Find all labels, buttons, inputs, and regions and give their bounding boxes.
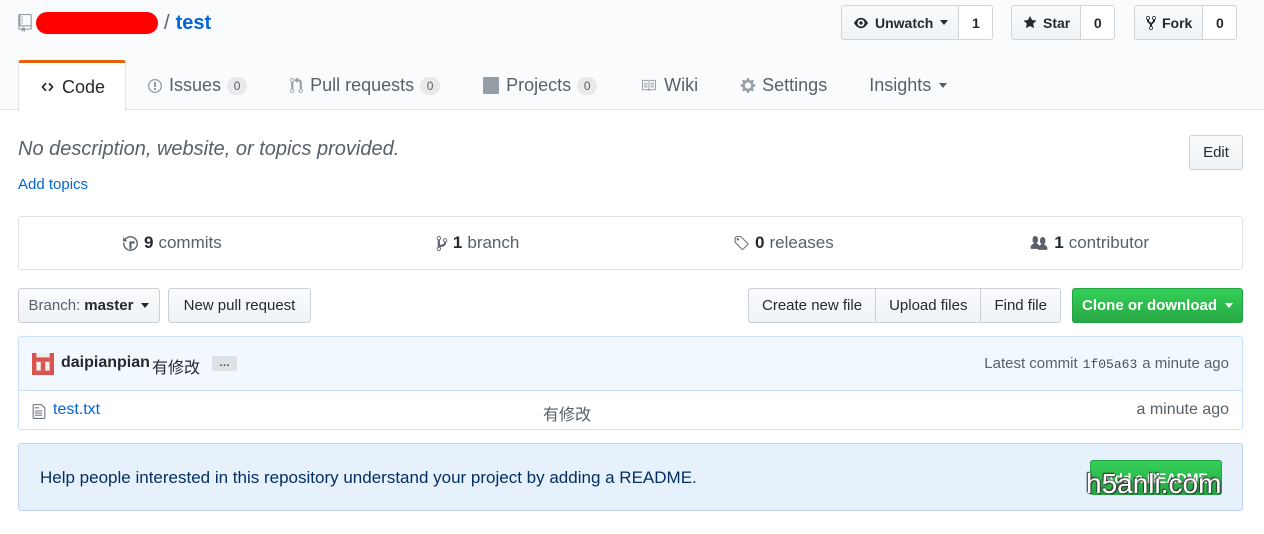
releases-label: releases bbox=[769, 233, 834, 252]
branch-select-label: Branch: bbox=[28, 297, 81, 314]
contributors-count: 1 bbox=[1054, 233, 1064, 252]
tab-insights-label: Insights bbox=[869, 75, 932, 95]
table-row: test.txt 有修改 a minute ago bbox=[19, 391, 1242, 429]
clone-label: Clone or download bbox=[1082, 297, 1217, 314]
commit-tease: daipianpian 有修改 … Latest commit 1f05a63 … bbox=[19, 337, 1242, 391]
fork-icon bbox=[1145, 15, 1157, 31]
people-icon bbox=[1029, 235, 1049, 252]
file-listing: daipianpian 有修改 … Latest commit 1f05a63 … bbox=[18, 336, 1243, 430]
tab-insights[interactable]: Insights bbox=[848, 60, 968, 110]
avatar[interactable] bbox=[32, 353, 54, 375]
tab-settings[interactable]: Settings bbox=[719, 60, 848, 110]
fork-button[interactable]: Fork bbox=[1134, 5, 1204, 40]
commit-message-link[interactable]: 有修改 bbox=[152, 354, 200, 378]
commit-sha-link[interactable]: 1f05a63 bbox=[1083, 355, 1138, 374]
find-file-button[interactable]: Find file bbox=[980, 288, 1061, 323]
issues-counter: 0 bbox=[227, 76, 248, 95]
file-actions-group: Create new file Upload files Find file bbox=[748, 288, 1061, 323]
stars-count[interactable]: 0 bbox=[1081, 5, 1116, 40]
history-icon bbox=[122, 235, 139, 252]
repo-name-link[interactable]: test bbox=[176, 12, 212, 35]
tab-issues-label: Issues bbox=[169, 75, 222, 95]
tab-wiki-label: Wiki bbox=[664, 75, 699, 95]
chevron-down-icon bbox=[940, 20, 949, 25]
commits-link[interactable]: 9 commits bbox=[19, 217, 325, 269]
star-icon bbox=[1022, 15, 1038, 30]
commit-age: a minute ago bbox=[1142, 355, 1229, 372]
branches-count: 1 bbox=[452, 233, 463, 252]
commit-expand-button[interactable]: … bbox=[212, 356, 237, 371]
chevron-down-icon bbox=[1225, 303, 1233, 308]
repo-description: No description, website, or topics provi… bbox=[18, 138, 400, 160]
commit-author-link[interactable]: daipianpian bbox=[61, 354, 150, 372]
gear-icon bbox=[740, 77, 756, 94]
repo-owner-redacted[interactable] bbox=[36, 12, 158, 34]
readme-prompt-text: Help people interested in this repositor… bbox=[40, 468, 697, 487]
issue-icon bbox=[147, 78, 163, 94]
tab-pull-requests-label: Pull requests bbox=[310, 75, 415, 95]
commits-label: commits bbox=[158, 233, 222, 252]
latest-commit: Latest commit 1f05a63 a minute ago bbox=[984, 355, 1229, 374]
file-commit-message-link[interactable]: 有修改 bbox=[543, 401, 591, 425]
tab-projects[interactable]: Projects 0 bbox=[461, 60, 618, 110]
book-icon bbox=[639, 78, 658, 93]
project-icon bbox=[482, 77, 500, 94]
commits-count: 9 bbox=[144, 233, 154, 252]
tag-icon bbox=[733, 235, 750, 252]
code-icon bbox=[39, 80, 56, 94]
forks-count[interactable]: 0 bbox=[1203, 5, 1238, 40]
repo-title: / test bbox=[18, 9, 211, 37]
watchers-count[interactable]: 1 bbox=[959, 5, 994, 40]
readme-prompt: Help people interested in this repositor… bbox=[18, 443, 1243, 511]
projects-counter: 0 bbox=[577, 76, 598, 95]
tab-code[interactable]: Code bbox=[18, 60, 127, 111]
branches-link[interactable]: 1 branch bbox=[325, 217, 631, 269]
branch-icon bbox=[436, 235, 448, 252]
pull-request-icon bbox=[289, 77, 304, 94]
clone-or-download-button[interactable]: Clone or download bbox=[1072, 288, 1243, 323]
tab-wiki[interactable]: Wiki bbox=[618, 60, 719, 110]
contributors-link[interactable]: 1 contributor bbox=[936, 217, 1242, 269]
chevron-down-icon bbox=[939, 83, 948, 88]
fork-label: Fork bbox=[1162, 14, 1193, 31]
unwatch-button[interactable]: Unwatch bbox=[841, 5, 960, 40]
numbers-summary: 9 commits 1 branch 0 releases 1 contribu… bbox=[18, 216, 1243, 270]
tab-settings-label: Settings bbox=[762, 75, 828, 95]
chevron-down-icon bbox=[141, 303, 150, 308]
watch-group: Unwatch 1 bbox=[841, 5, 994, 40]
upload-files-button[interactable]: Upload files bbox=[875, 288, 982, 323]
file-age: a minute ago bbox=[1136, 401, 1229, 418]
star-button[interactable]: Star bbox=[1011, 5, 1082, 40]
file-icon bbox=[32, 403, 46, 420]
file-name-link[interactable]: test.txt bbox=[53, 401, 100, 419]
new-pull-request-button[interactable]: New pull request bbox=[168, 288, 311, 323]
contributors-label: contributor bbox=[1068, 233, 1150, 252]
releases-link[interactable]: 0 releases bbox=[631, 217, 937, 269]
add-topics-link[interactable]: Add topics bbox=[18, 176, 88, 193]
create-new-file-button[interactable]: Create new file bbox=[748, 288, 877, 323]
tab-projects-label: Projects bbox=[506, 75, 572, 95]
path-separator: / bbox=[164, 11, 170, 34]
star-group: Star 0 bbox=[1011, 5, 1116, 40]
repo-icon bbox=[18, 14, 32, 32]
fork-group: Fork 0 bbox=[1134, 5, 1238, 40]
eye-icon bbox=[852, 16, 870, 30]
repo-header: / test Unwatch 1 Star 0 Fork 0 Code Issu… bbox=[0, 0, 1264, 111]
branch-select-button[interactable]: Branch: master bbox=[18, 288, 160, 323]
tab-issues[interactable]: Issues 0 bbox=[126, 60, 268, 110]
watermark: h5anli.com bbox=[1086, 468, 1222, 499]
branches-label: branch bbox=[467, 233, 520, 252]
tab-code-label: Code bbox=[62, 76, 106, 97]
latest-commit-label: Latest commit bbox=[984, 355, 1078, 372]
repo-nav: Code Issues 0 Pull requests 0 Projects 0 bbox=[18, 60, 968, 111]
releases-count: 0 bbox=[755, 233, 765, 252]
branch-select-value: master bbox=[84, 297, 134, 314]
pull-requests-counter: 0 bbox=[420, 76, 441, 95]
unwatch-label: Unwatch bbox=[875, 14, 934, 31]
tab-pull-requests[interactable]: Pull requests 0 bbox=[268, 60, 461, 110]
edit-description-button[interactable]: Edit bbox=[1189, 135, 1243, 170]
star-label: Star bbox=[1043, 14, 1071, 31]
